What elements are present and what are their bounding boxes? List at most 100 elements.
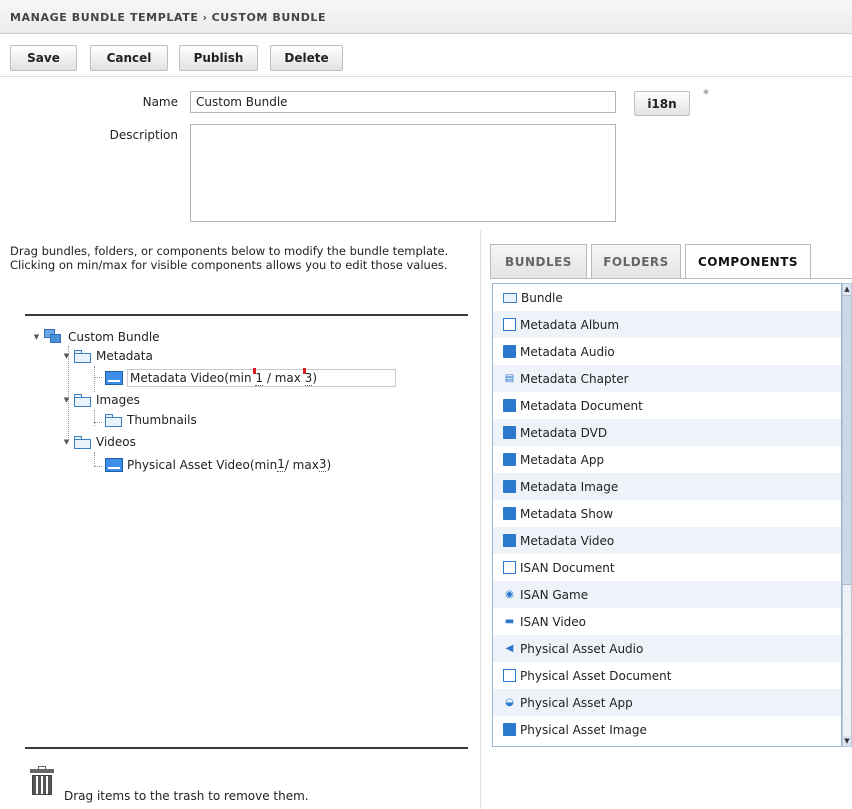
max-value[interactable]: 3 [304,371,313,386]
tree-connector [94,377,102,378]
list-item[interactable]: Metadata Image [493,473,841,500]
video-icon: ▬ [504,616,515,627]
list-item[interactable]: Physical Asset Document [493,662,841,689]
video-icon [105,457,123,472]
tree-node-label: Metadata Video(min [130,371,256,385]
list-item[interactable]: Bundle [493,284,841,311]
chapter-icon: ▤ [504,373,515,384]
tab-folders[interactable]: FOLDERS [591,244,681,279]
scroll-up-icon[interactable]: ▲ [843,284,851,294]
document-outline-icon [503,561,516,574]
tree-node-label: Custom Bundle [68,330,160,344]
tree-node-images[interactable]: ▼ Images [62,393,140,407]
list-item-label: Metadata App [520,452,605,467]
folder-icon [74,349,92,363]
name-field[interactable] [190,91,616,113]
breadcrumb-current: CUSTOM BUNDLE [211,11,327,24]
list-item-label: ISAN Game [520,587,589,602]
description-label: Description [109,128,178,142]
tree-node-metadata-video[interactable]: Metadata Video(min 1 / max 3) [102,369,396,387]
folder-icon [74,393,92,407]
tree-node-label: Physical Asset Video(min [127,457,278,472]
folder-icon [105,413,123,427]
tree-node-label: Thumbnails [127,413,197,427]
component-list-scrollbar[interactable]: ▲ ▼ [842,283,852,747]
delete-button[interactable]: Delete [270,45,343,71]
collapse-icon[interactable]: ▼ [62,396,71,405]
tab-components[interactable]: COMPONENTS [685,244,811,279]
folder-icon [503,292,517,303]
cancel-button[interactable]: Cancel [90,45,168,71]
list-item-label: Bundle [521,290,563,305]
publish-button[interactable]: Publish [179,45,258,71]
list-item-label: Physical Asset Document [520,668,672,683]
toolbar: Save Cancel Publish Delete [0,35,852,77]
list-item[interactable]: ▬ ISAN Video [493,608,841,635]
list-item[interactable]: Metadata Document [493,392,841,419]
save-button[interactable]: Save [10,45,77,71]
breadcrumb: MANAGE BUNDLE TEMPLATE › CUSTOM BUNDLE [0,0,852,34]
min-value[interactable]: 1 [255,371,264,386]
show-icon [503,507,516,520]
list-item-label: Metadata Show [520,506,614,521]
list-item-label: Metadata Audio [520,344,615,359]
list-item[interactable]: Metadata DVD [493,419,841,446]
video-icon [105,371,123,385]
list-item[interactable]: Metadata Audio [493,338,841,365]
tree-node-metadata[interactable]: ▼ Metadata [62,349,153,363]
app-icon: ◒ [505,697,514,708]
max-value[interactable]: 3 [318,457,327,472]
list-item[interactable]: ISAN Document [493,554,841,581]
instructions-text: Drag bundles, folders, or components bel… [10,244,449,272]
tree-node-thumbnails[interactable]: Thumbnails [102,413,197,427]
tree-connector [94,466,102,467]
tree-node-label: ) [326,457,332,472]
tree-connector [94,452,95,466]
bundle-tree: ▼ Custom Bundle ▼ Metadata Metadata Vide… [24,326,484,746]
list-item[interactable]: Metadata App [493,446,841,473]
list-item[interactable]: Metadata Video [493,527,841,554]
i18n-button[interactable]: i18n [634,91,690,116]
tab-bundles[interactable]: BUNDLES [490,244,587,279]
image-icon [503,480,516,493]
collapse-icon[interactable]: ▼ [32,333,41,342]
tree-node-root[interactable]: ▼ Custom Bundle [32,329,160,345]
list-item-label: Metadata Document [520,398,643,413]
game-icon: ◉ [505,589,514,600]
list-item-label: ISAN Document [520,560,615,575]
collapse-icon[interactable]: ▼ [62,352,71,361]
tree-node-label: Images [96,393,140,407]
folder-icon [74,435,92,449]
video-icon [503,534,516,547]
list-item[interactable]: ◉ ISAN Game [493,581,841,608]
component-list[interactable]: Bundle Metadata Album Metadata Audio ▤ Me… [492,283,842,747]
required-mark: * [703,87,709,101]
list-item[interactable]: Metadata Album [493,311,841,338]
trash-icon[interactable] [30,766,54,795]
panel-divider [480,230,481,809]
scrollbar-thumb[interactable] [843,295,851,585]
list-item[interactable]: Metadata Show [493,500,841,527]
tree-connector [94,410,95,426]
document-outline-icon [503,669,516,682]
min-value[interactable]: 1 [277,457,285,472]
list-item-label: Metadata DVD [520,425,608,440]
collapse-icon[interactable]: ▼ [62,438,71,447]
list-item-label: Physical Asset Audio [520,641,644,656]
description-field[interactable] [190,124,616,222]
album-icon [503,318,516,331]
tree-node-videos[interactable]: ▼ Videos [62,435,136,449]
tree-node-physical-asset-video[interactable]: Physical Asset Video(min 1 / max 3) [102,457,331,472]
breadcrumb-parent[interactable]: MANAGE BUNDLE TEMPLATE [10,11,198,24]
list-item[interactable]: ▤ Metadata Chapter [493,365,841,392]
scroll-down-icon[interactable]: ▼ [843,736,851,746]
list-item-label: Metadata Album [520,317,620,332]
list-item[interactable]: Physical Asset Image [493,716,841,743]
list-item-label: ISAN Video [520,614,586,629]
tree-node-label: ) [312,371,317,385]
tree-top-divider [25,314,468,316]
list-item-label: Physical Asset Image [520,722,647,737]
list-item[interactable]: ◒ Physical Asset App [493,689,841,716]
list-item[interactable]: ◀ Physical Asset Audio [493,635,841,662]
bundle-icon [44,329,64,345]
